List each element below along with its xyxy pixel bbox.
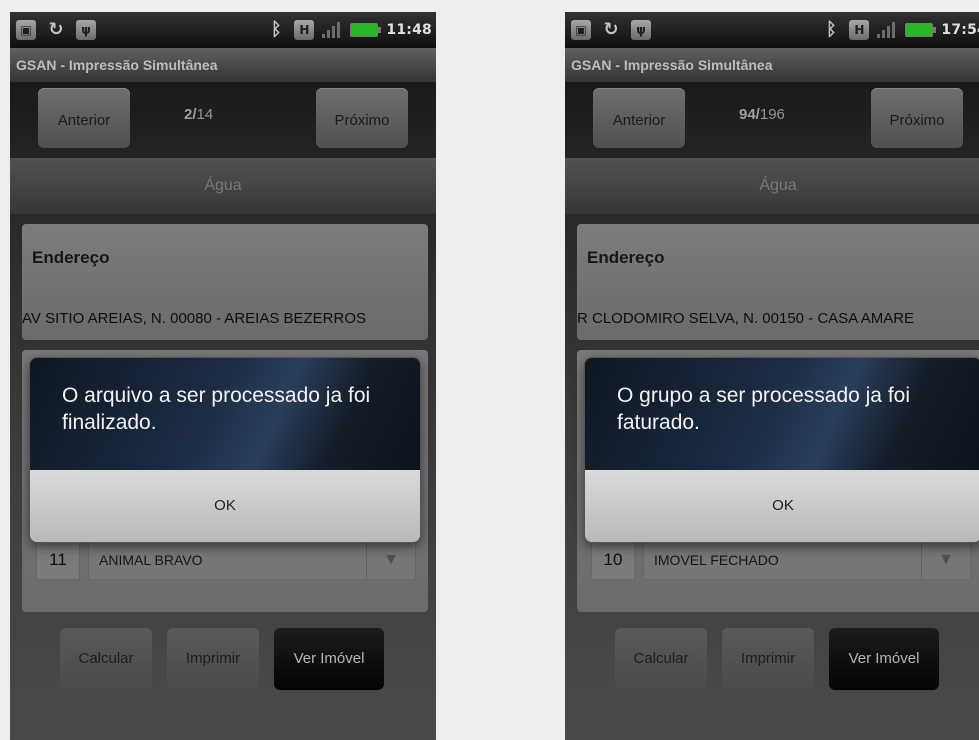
alert-dialog: O arquivo a ser processado ja foi finali…: [30, 358, 420, 542]
dialog-footer: OK: [585, 470, 979, 542]
dialog-message: O grupo a ser processado ja foi faturado…: [585, 358, 979, 470]
dialog-message: O arquivo a ser processado ja foi finali…: [30, 358, 420, 470]
alert-dialog: O grupo a ser processado ja foi faturado…: [585, 358, 979, 542]
phone-screen-right: ▣ ↻ ψ ᛒ H 17:54 GSAN - Impressão Simultâ…: [565, 12, 979, 740]
phone-screen-left: ▣ ↻ ψ ᛒ H 11:48 GSAN - Impressão Simultâ…: [10, 12, 436, 740]
dialog-ok-button[interactable]: OK: [585, 470, 979, 542]
dialog-ok-button[interactable]: OK: [30, 470, 420, 542]
dialog-footer: OK: [30, 470, 420, 542]
